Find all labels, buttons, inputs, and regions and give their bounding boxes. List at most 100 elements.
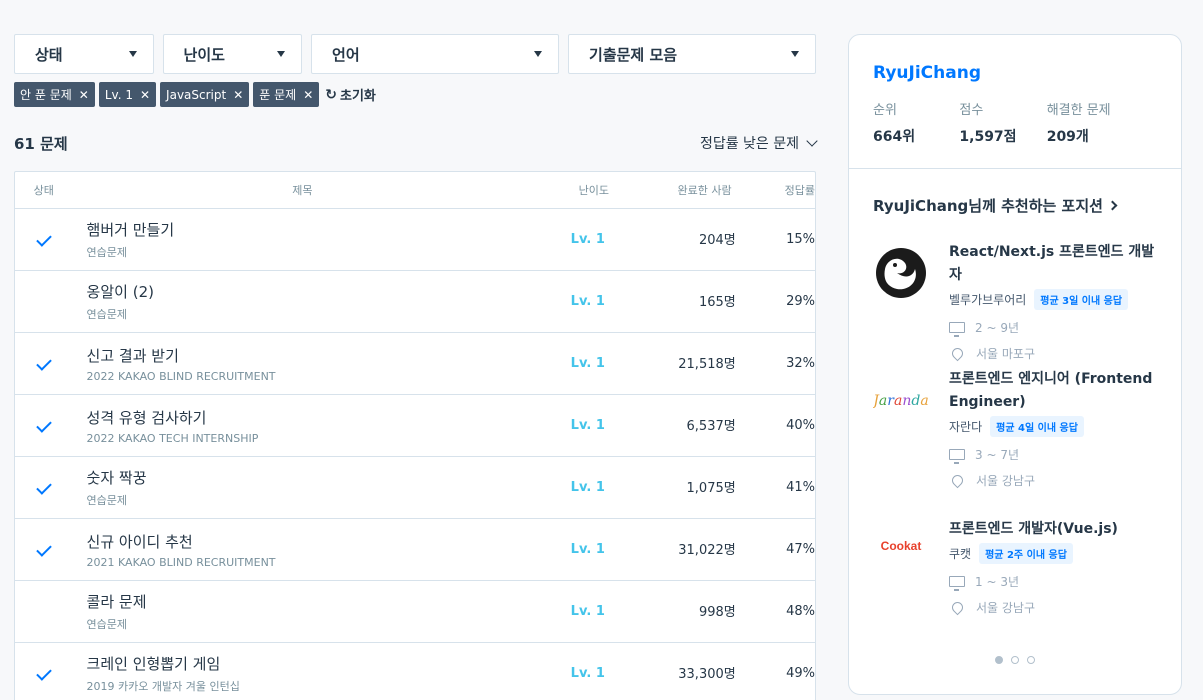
problem-title-link[interactable]: 신고 결과 받기: [87, 345, 551, 366]
problem-level: Lv. 1: [570, 604, 605, 619]
correct-rate: 41%: [786, 480, 815, 495]
location-pin-icon: [949, 345, 966, 362]
stat-value: 209개: [1046, 129, 1089, 145]
monitor-icon: [949, 449, 965, 464]
job-title: 프론트엔드 개발자(Vue.js): [949, 521, 1118, 537]
table-row[interactable]: 콜라 문제 연습문제 Lv. 1 998명 48%: [15, 581, 815, 643]
problem-title-cell: 콜라 문제 연습문제: [87, 591, 551, 632]
sidebar-panel: RyuJiChang 순위 664위 점수 1,597점 해결한 문제 209개…: [848, 34, 1182, 695]
problem-level: Lv. 1: [570, 666, 605, 681]
job-info: 프론트엔드 엔지니어 (Frontend Engineer) 자란다 평균 4일…: [949, 368, 1163, 489]
problem-title-cell: 옹알이 (2) 연습문제: [87, 281, 551, 322]
problem-title-link[interactable]: 크레인 인형뽑기 게임: [87, 653, 551, 674]
problem-source: 2021 KAKAO BLIND RECRUITMENT: [86, 555, 276, 569]
chip-label: 푼 문제: [259, 88, 297, 102]
completed-count: 33,300명: [678, 667, 736, 682]
correct-rate: 47%: [786, 542, 815, 557]
completed-count: 6,537명: [686, 419, 736, 434]
location-pin-icon: [949, 599, 966, 616]
table-row[interactable]: 옹알이 (2) 연습문제 Lv. 1 165명 29%: [15, 271, 815, 333]
problem-title-cell: 신규 아이디 추천 2021 KAKAO BLIND RECRUITMENT: [87, 531, 551, 569]
problem-title-link[interactable]: 콜라 문제: [87, 591, 551, 612]
sort-dropdown[interactable]: 정답률 낮은 문제: [700, 133, 818, 153]
cookat-logo-text: Cookat: [880, 539, 922, 553]
job-title: React/Next.js 프론트엔드 개발자: [949, 244, 1155, 283]
problem-title-link[interactable]: 옹알이 (2): [87, 281, 551, 302]
filter-chip-level[interactable]: Lv. 1 ✕: [98, 82, 157, 107]
close-icon[interactable]: ✕: [233, 88, 243, 102]
job-company-row: 자란다 평균 4일 이내 응답: [949, 416, 1163, 437]
problem-level: Lv. 1: [570, 356, 605, 371]
table-row[interactable]: 신규 아이디 추천 2021 KAKAO BLIND RECRUITMENT Lv.…: [15, 519, 815, 581]
completed-count: 165명: [698, 295, 736, 310]
problem-title-cell: 성격 유형 검사하기 2022 KAKAO TECH INTERNSHIP: [87, 407, 551, 445]
user-stats: 순위 664위 점수 1,597점 해결한 문제 209개: [873, 99, 1157, 146]
caret-down-icon: [791, 51, 799, 57]
table-row[interactable]: 크레인 인형뽑기 게임 2019 카카오 개발자 겨울 인턴십 Lv. 1 33,30…: [15, 643, 815, 700]
problem-source: 2019 카카오 개발자 겨울 인턴십: [86, 680, 240, 693]
job-location-row: 서울 강남구: [949, 599, 1163, 616]
problem-level: Lv. 1: [570, 294, 605, 309]
monitor-icon: [949, 576, 965, 591]
completed-count: 998명: [698, 605, 736, 620]
problem-level: Lv. 1: [570, 232, 605, 247]
response-badge: 평균 4일 이내 응답: [990, 416, 1084, 437]
job-company: 벨루가브루어리: [949, 293, 1027, 307]
carousel-dot[interactable]: [1011, 656, 1019, 664]
filter-chip-language[interactable]: JavaScript ✕: [160, 82, 250, 107]
exam-collection-filter-dropdown[interactable]: 기출문제 모음: [568, 34, 816, 74]
refresh-icon: ↻: [325, 86, 337, 103]
filter-chip-solved[interactable]: 푼 문제 ✕: [253, 82, 320, 107]
job-info: 프론트엔드 개발자(Vue.js) 쿠캣 평균 2주 이내 응답 1 ~ 3년 …: [949, 518, 1163, 616]
chip-label: Lv. 1: [104, 87, 133, 102]
problem-title-link[interactable]: 성격 유형 검사하기: [87, 407, 551, 428]
response-badge: 평균 3일 이내 응답: [1034, 289, 1129, 310]
stat-solved: 해결한 문제 209개: [1047, 99, 1157, 146]
language-filter-dropdown[interactable]: 언어: [311, 34, 560, 74]
carousel-dot[interactable]: [1027, 656, 1035, 664]
problem-title-cell: 햄버거 만들기연습문제: [87, 219, 551, 260]
check-icon: [36, 478, 52, 495]
table-header: 상태 제목 난이도 완료한 사람 정답률: [15, 172, 815, 209]
solved-status: [15, 540, 87, 557]
completed-count: 204명: [698, 233, 736, 248]
problem-source: 연습문제: [86, 246, 128, 259]
table-row[interactable]: 성격 유형 검사하기 2022 KAKAO TECH INTERNSHIP Lv. …: [15, 395, 815, 457]
close-icon[interactable]: ✕: [140, 88, 150, 102]
level-filter-dropdown[interactable]: 난이도: [162, 34, 303, 74]
problem-title-link[interactable]: 숫자 짝꿍: [87, 467, 551, 488]
status-filter-dropdown[interactable]: 상태: [14, 34, 154, 74]
close-icon[interactable]: ✕: [303, 88, 313, 102]
solved-status: [15, 478, 87, 495]
problem-level: Lv. 1: [570, 418, 605, 433]
problem-level: Lv. 1: [570, 480, 605, 495]
carousel-dot[interactable]: [995, 656, 1003, 664]
solved-status: [15, 416, 87, 433]
user-name[interactable]: RyuJiChang: [873, 63, 1157, 83]
job-location-row: 서울 마포구: [949, 345, 1163, 362]
level-filter-label: 난이도: [183, 45, 225, 64]
problem-title-link[interactable]: 햄버거 만들기: [87, 219, 551, 240]
problem-source: 연습문제: [86, 308, 128, 321]
close-icon[interactable]: ✕: [79, 88, 89, 102]
problem-source: 2022 KAKAO TECH INTERNSHIP: [86, 431, 259, 445]
check-icon: [36, 230, 52, 247]
recommend-positions-link[interactable]: RyuJiChang님께 추천하는 포지션: [873, 195, 1181, 216]
stat-value: 1,597점: [959, 129, 1017, 145]
reset-filters-button[interactable]: ↻ 초기화: [325, 85, 376, 105]
table-row[interactable]: 햄버거 만들기 연습문제 Lv. 1 204명 15%: [15, 209, 815, 271]
table-row[interactable]: 숫자 짝꿍 연습문제 Lv. 1 1,075명 41%: [15, 457, 815, 519]
job-career: 3 ~ 7년: [975, 448, 1019, 462]
job-company-row: 벨루가브루어리 평균 3일 이내 응답: [949, 289, 1163, 310]
check-icon: [36, 416, 52, 433]
location-pin-icon: [949, 472, 966, 489]
table-body: 햄버거 만들기 연습문제 Lv. 1 204명 15% 옹알이 (2) 연습문제 Lv. 1 1…: [15, 209, 815, 700]
problem-title-link[interactable]: 신규 아이디 추천: [87, 531, 551, 552]
problem-source: 2022 KAKAO BLIND RECRUITMENT: [86, 369, 276, 383]
check-icon: [36, 354, 52, 371]
completed-count: 21,518명: [678, 357, 736, 372]
header-status: 상태: [33, 184, 54, 197]
table-row[interactable]: 신고 결과 받기 2022 KAKAO BLIND RECRUITMENT Lv. …: [15, 333, 815, 395]
header-completed: 완료한 사람: [677, 184, 732, 197]
filter-chip-unsolved[interactable]: 안 푼 문제 ✕: [14, 82, 95, 107]
